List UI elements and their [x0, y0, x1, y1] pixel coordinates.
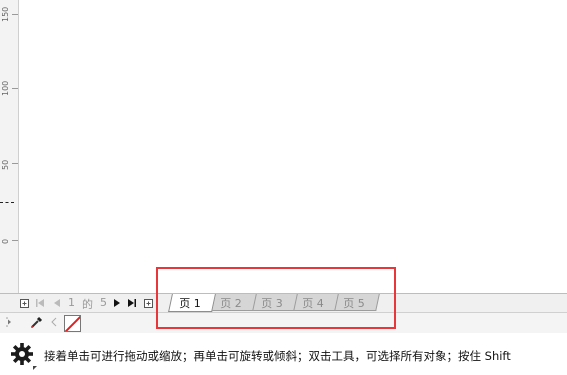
drawing-canvas[interactable]	[19, 0, 567, 293]
status-bar: 接着单击可进行拖动或缩放；再单击可旋转或倾斜；双击工具，可选择所有对象；按住 S…	[0, 333, 567, 375]
ruler-tick	[12, 14, 18, 15]
ruler-label-50: 50	[1, 159, 10, 170]
page-add-icon[interactable]	[18, 296, 30, 310]
ruler-label-0: 0	[1, 238, 10, 244]
ruler-tick	[12, 240, 18, 241]
highlight-box	[156, 267, 396, 329]
prev-page-icon[interactable]	[52, 296, 62, 310]
next-page-icon[interactable]	[112, 296, 122, 310]
current-page-number: 1	[68, 296, 75, 309]
collapse-arrow-icon[interactable]	[50, 316, 58, 331]
vertical-ruler[interactable]: 150 100 50 0	[0, 0, 19, 293]
expand-arrow-icon[interactable]	[5, 316, 13, 331]
first-page-icon[interactable]	[34, 296, 46, 310]
eyedropper-icon[interactable]	[30, 315, 44, 332]
total-pages: 5	[100, 296, 107, 309]
ruler-tick	[12, 163, 18, 164]
ruler-label-100: 100	[1, 80, 10, 96]
last-page-icon[interactable]	[126, 296, 138, 310]
page-of-label: 的	[82, 298, 93, 311]
ruler-tick	[12, 88, 18, 89]
page-add-after-icon[interactable]	[142, 296, 154, 310]
ruler-cursor-guide	[0, 202, 14, 203]
gear-icon[interactable]	[10, 342, 34, 369]
status-hint-text: 接着单击可进行拖动或缩放；再单击可旋转或倾斜；双击工具，可选择所有对象；按住 S…	[44, 349, 511, 363]
ruler-label-150: 150	[1, 6, 10, 22]
status-dropdown-icon[interactable]	[33, 366, 37, 370]
no-color-swatch[interactable]	[64, 315, 81, 332]
